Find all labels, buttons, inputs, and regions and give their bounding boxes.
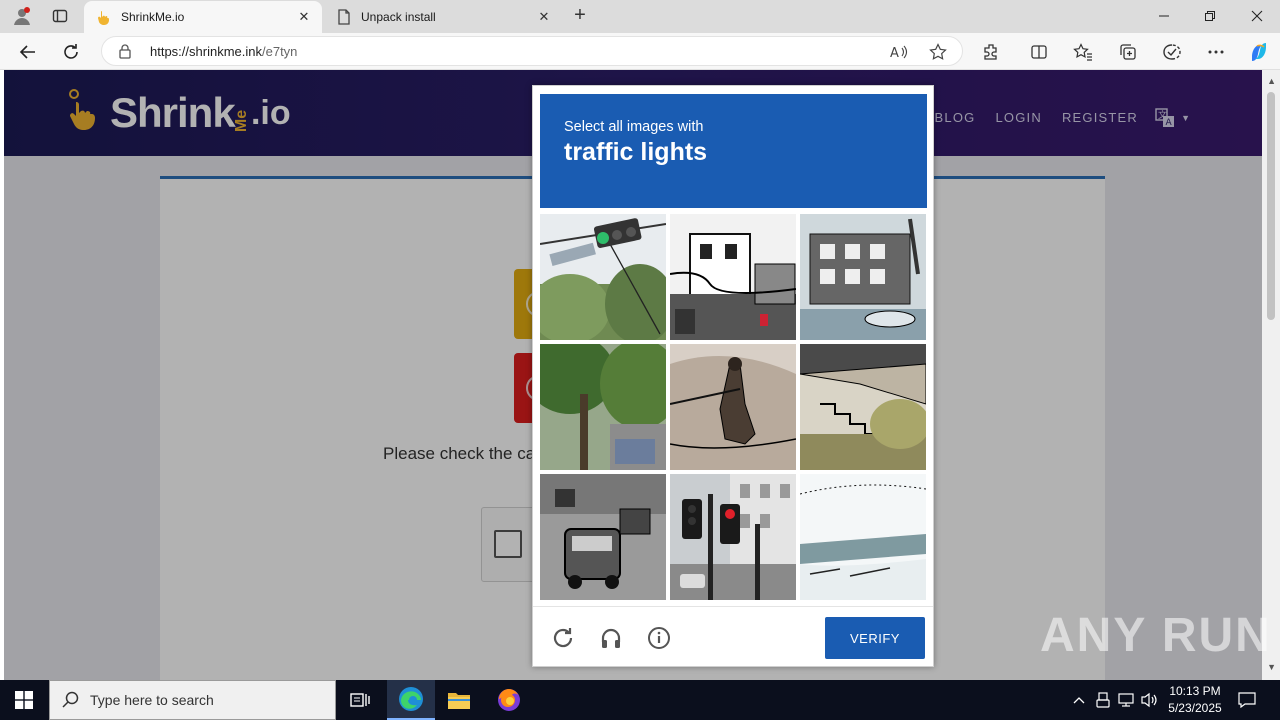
reload-icon[interactable] [550, 625, 576, 651]
favorites-icon[interactable] [1072, 41, 1094, 63]
back-button[interactable] [14, 38, 42, 66]
profile-icon[interactable] [10, 5, 34, 27]
captcha-footer: VERIFY [533, 606, 933, 666]
clock-date: 5/23/2025 [1168, 701, 1222, 715]
browser-tab-bar: ShrinkMe.io ✕ Unpack install ✕ + [0, 0, 1280, 33]
favorite-star-icon[interactable] [929, 43, 947, 61]
task-view-button[interactable] [336, 680, 384, 720]
task-view-icon [350, 693, 370, 707]
captcha-target: traffic lights [564, 138, 708, 166]
minimize-button[interactable] [1141, 0, 1187, 32]
captcha-challenge: Select all images with traffic lights VE… [532, 85, 934, 667]
anyrun-watermark: ANY RUN [1040, 608, 1272, 663]
clock-time: 10:13 PM [1169, 684, 1221, 698]
read-aloud-icon[interactable]: A [890, 43, 908, 61]
windows-taskbar: Type here to search 10:13 PM 5/23/2025 [0, 680, 1280, 720]
search-icon [62, 691, 79, 708]
lock-icon[interactable] [118, 43, 132, 64]
close-window-button[interactable] [1234, 0, 1280, 32]
page-scrollbar[interactable]: ▲ ▼ [1262, 70, 1280, 680]
captcha-header: Select all images with traffic lights [540, 94, 927, 208]
captcha-tile[interactable] [800, 344, 926, 470]
folder-icon [448, 693, 470, 709]
more-options-icon[interactable] [1205, 41, 1227, 63]
copilot-icon[interactable] [1246, 39, 1272, 65]
svg-text:A: A [890, 46, 899, 60]
restore-button[interactable] [1187, 0, 1233, 32]
captcha-tile[interactable] [540, 474, 666, 600]
tab-title: ShrinkMe.io [121, 10, 185, 24]
firefox-icon [498, 689, 520, 711]
tab-unpack-install[interactable]: Unpack install ✕ [324, 1, 562, 33]
taskbar-search[interactable]: Type here to search [49, 680, 336, 720]
captcha-image-grid [540, 214, 927, 601]
captcha-tile[interactable] [800, 474, 926, 600]
taskbar-edge[interactable] [387, 680, 435, 720]
start-button[interactable] [0, 680, 48, 720]
edge-icon [399, 687, 423, 711]
scroll-thumb[interactable] [1267, 92, 1275, 320]
search-placeholder: Type here to search [90, 692, 214, 708]
volume-icon[interactable] [1141, 691, 1159, 709]
notification-center-icon[interactable] [1237, 690, 1257, 710]
taskbar-file-explorer[interactable] [435, 680, 483, 720]
captcha-instruction: Select all images with [564, 119, 704, 135]
tab-shrinkme[interactable]: ShrinkMe.io ✕ [84, 1, 322, 33]
new-tab-button[interactable]: + [568, 4, 592, 28]
tab-actions-icon[interactable] [48, 5, 72, 27]
info-icon[interactable] [646, 625, 672, 651]
watermark-text: ANY RUN [1040, 609, 1272, 662]
extensions-icon[interactable] [980, 41, 1002, 63]
captcha-tile[interactable] [670, 474, 796, 600]
browser-essentials-icon[interactable] [1161, 41, 1183, 63]
collections-icon[interactable] [1117, 41, 1139, 63]
tab-title: Unpack install [361, 10, 436, 24]
headphones-icon[interactable] [598, 625, 624, 651]
windows-logo-icon [15, 691, 33, 709]
captcha-tile[interactable] [540, 344, 666, 470]
captcha-tile[interactable] [670, 344, 796, 470]
usb-device-icon[interactable] [1094, 691, 1112, 709]
document-icon [336, 9, 352, 25]
close-icon[interactable]: ✕ [536, 9, 552, 25]
close-icon[interactable]: ✕ [296, 9, 312, 25]
taskbar-firefox[interactable] [485, 680, 533, 720]
refresh-button[interactable] [57, 38, 85, 66]
split-screen-icon[interactable] [1028, 41, 1050, 63]
url-text: https://shrinkme.ink/e7tyn [150, 44, 297, 59]
show-hidden-icons[interactable] [1070, 691, 1088, 709]
scroll-up-icon[interactable]: ▲ [1267, 76, 1276, 86]
hand-icon [96, 9, 112, 25]
captcha-tile[interactable] [800, 214, 926, 340]
network-icon[interactable] [1117, 691, 1135, 709]
captcha-tile[interactable] [540, 214, 666, 340]
scroll-down-icon[interactable]: ▼ [1267, 662, 1276, 672]
system-clock[interactable]: 10:13 PM 5/23/2025 [1160, 683, 1230, 717]
url-host: https://shrinkme.ink [150, 44, 262, 59]
browser-toolbar: https://shrinkme.ink/e7tyn A [0, 33, 1280, 70]
page-viewport: Shrink Me .io BLOG LOGIN REGISTER 文A ▼ P… [0, 70, 1280, 680]
address-bar[interactable]: https://shrinkme.ink/e7tyn A [101, 36, 963, 66]
verify-button[interactable]: VERIFY [825, 617, 925, 659]
url-path: /e7tyn [262, 44, 298, 59]
captcha-tile[interactable] [670, 214, 796, 340]
